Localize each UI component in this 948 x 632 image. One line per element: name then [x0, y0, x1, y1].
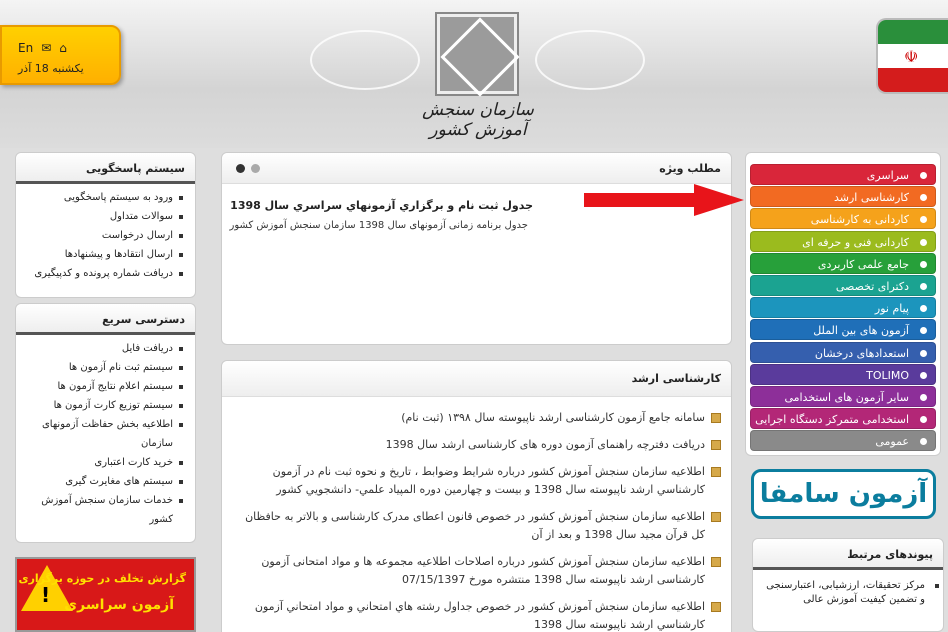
category-button[interactable]: کاردانی به کارشناسی	[750, 208, 936, 230]
category-button[interactable]: کارشناسی ارشد	[750, 186, 936, 208]
featured-panel: مطلب ویژه جدول ثبت نام و برگزاري آزمونها…	[221, 152, 732, 345]
bullet-icon	[920, 393, 927, 401]
category-label: پیام نور	[874, 302, 909, 316]
response-link[interactable]: سوالات متداول	[24, 207, 183, 226]
bullet-icon	[920, 327, 927, 335]
category-label: دکترای تخصصی	[835, 279, 909, 293]
category-button[interactable]: TOLIMO	[750, 363, 936, 385]
bullet-icon	[920, 349, 927, 357]
quick-access-panel: دسترسی سریع دریافت فایل سیستم ثبت نام آزم…	[15, 303, 196, 543]
quick-link[interactable]: دریافت فایل	[24, 339, 183, 358]
category-label: استخدامی متمرکز دستگاه اجرایی	[755, 413, 909, 427]
quick-link[interactable]: خرید کارت اعتباری	[24, 453, 183, 472]
bullet-icon	[920, 305, 927, 313]
featured-title-link[interactable]: جدول ثبت نام و برگزاري آزمونهاي سراسري س…	[230, 199, 533, 212]
bullet-icon	[920, 194, 927, 202]
bullet-icon	[920, 238, 927, 246]
category-label: کارشناسی ارشد	[833, 191, 909, 205]
category-label: عمومی	[875, 435, 909, 449]
quick-link[interactable]: سیستم ثبت نام آزمون ها	[24, 358, 183, 377]
quick-link[interactable]: سیستم های مغایرت گیری	[24, 472, 183, 491]
category-label: استعدادهای درخشان	[814, 346, 909, 360]
bullet-icon	[920, 172, 927, 179]
response-links: ورود به سیستم پاسخگویی سوالات متداول ارسال…	[16, 184, 195, 283]
category-label: جامع علمی کاربردی	[817, 257, 909, 271]
category-label: سراسری	[866, 169, 909, 182]
response-link[interactable]: ورود به سیستم پاسخگویی	[24, 188, 183, 207]
category-button[interactable]: سراسری	[750, 164, 936, 185]
news-item-link[interactable]: اطلاعيه سازمان سنجش آموزش كشور در خصوص ج…	[236, 598, 721, 632]
emblem-icon: ☫	[904, 46, 919, 66]
category-button[interactable]: آزمون های بین الملل	[750, 319, 936, 341]
red-arrow-icon	[584, 184, 744, 216]
bullet-icon	[920, 216, 927, 224]
response-system-panel: سیستم پاسخگویی ورود به سیستم پاسخگویی سوا…	[15, 152, 196, 298]
category-button[interactable]: پیام نور	[750, 297, 936, 319]
org-logo[interactable]	[437, 14, 517, 94]
news-item-link[interactable]: اطلاعیه سازمان سنجش آموزش کشور درباره اص…	[236, 553, 721, 589]
samfa-exam-banner[interactable]: آزمون سامفا	[751, 469, 936, 519]
slider-dot[interactable]	[251, 164, 260, 173]
panel-title: دسترسی سریع	[16, 304, 195, 335]
news-item-link[interactable]: دریافت دفترچه راهنمای آزمون دوره های کار…	[236, 436, 721, 454]
masters-news-panel: کارشناسی ارشد سامانه جامع آزمون کارشناسی…	[221, 360, 732, 632]
news-item-link[interactable]: سامانه جامع آزمون کارشناسی ارشد ناپیوسته…	[236, 409, 721, 427]
logo-text: سازمان سنجش آموزش کشور	[422, 100, 534, 140]
panel-title: مطلب ویژه	[222, 153, 731, 184]
header-ornament	[310, 30, 420, 90]
response-link[interactable]: ارسال درخواست	[24, 226, 183, 245]
news-item-link[interactable]: اطلاعیه سازمان سنجش آموزش کشور در خصوص ق…	[236, 508, 721, 544]
bullet-icon	[920, 438, 927, 446]
banner-line1: گزارش تخلف در حوزه برگزاری	[18, 572, 186, 585]
related-link[interactable]: مرکز تحقیقات، ارزشیابی، اعتبارسنجی و تضم…	[759, 579, 933, 607]
bullet-icon	[920, 282, 927, 290]
header-ornament	[535, 30, 645, 90]
current-date: یکشنبه 18 آذر	[18, 62, 84, 75]
response-link[interactable]: دریافت شماره پرونده و کدپیگیری	[24, 264, 183, 283]
bullet-icon	[920, 371, 927, 379]
category-label: TOLIMO	[866, 368, 909, 382]
news-item-link[interactable]: اطلاعيه سازمان سنجش آموزش كشور درباره شر…	[236, 463, 721, 499]
panel-title: سیستم پاسخگویی	[16, 153, 195, 184]
category-button[interactable]: سایر آزمون های استخدامی	[750, 385, 936, 407]
category-label: کاردانی فنی و حرفه ای	[802, 235, 909, 249]
featured-body: جدول برنامه زمانی آزمونهای سال 1398 سازم…	[229, 220, 528, 231]
quick-link[interactable]: سیستم توزیع کارت آزمون ها	[24, 396, 183, 415]
related-links-panel: پیوندهای مرتبط مرکز تحقیقات، ارزشیابی، ا…	[752, 538, 944, 632]
category-button[interactable]: کاردانی فنی و حرفه ای	[750, 230, 936, 252]
bullet-icon	[920, 260, 927, 268]
category-button[interactable]: دکترای تخصصی	[750, 274, 936, 296]
iran-flag: ☫	[876, 18, 948, 94]
quick-links: دریافت فایل سیستم ثبت نام آزمون ها سیستم ا…	[16, 335, 195, 529]
category-label: سایر آزمون های استخدامی	[784, 390, 909, 404]
category-label: کاردانی به کارشناسی	[810, 213, 909, 227]
slider-dot[interactable]	[236, 164, 245, 173]
news-list: سامانه جامع آزمون کارشناسی ارشد ناپیوسته…	[222, 397, 731, 632]
violation-report-banner[interactable]: ! گزارش تخلف در حوزه برگزاری آزمون سراسر…	[15, 557, 196, 632]
quick-link[interactable]: اطلاعیه بخش حفاظت آزمونهای سازمان	[24, 415, 183, 453]
category-button[interactable]: جامع علمی کاربردی	[750, 252, 936, 274]
category-button[interactable]: استعدادهای درخشان	[750, 341, 936, 363]
category-label: آزمون های بین الملل	[813, 324, 909, 338]
english-link[interactable]: En	[18, 41, 33, 55]
bullet-icon	[920, 416, 927, 424]
home-icon[interactable]: ⌂	[59, 41, 67, 55]
mail-icon[interactable]: ✉	[41, 41, 51, 55]
site-header: سازمان سنجش آموزش کشور	[0, 0, 948, 148]
category-button[interactable]: عمومی	[750, 430, 936, 452]
quick-link[interactable]: سیستم اعلام نتایج آزمون ها	[24, 377, 183, 396]
panel-title: کارشناسی ارشد	[222, 361, 731, 397]
category-button[interactable]: استخدامی متمرکز دستگاه اجرایی	[750, 408, 936, 430]
top-info-box: En ✉ ⌂ یکشنبه 18 آذر	[0, 25, 121, 85]
response-link[interactable]: ارسال انتقادها و پیشنهادها	[24, 245, 183, 264]
banner-line2: آزمون سراسری	[64, 597, 174, 613]
exam-category-menu: سراسری کارشناسی ارشد کاردانی به کارشناسی کا…	[745, 152, 941, 456]
quick-link[interactable]: خدمات سازمان سنجش آموزش کشور	[24, 491, 183, 529]
